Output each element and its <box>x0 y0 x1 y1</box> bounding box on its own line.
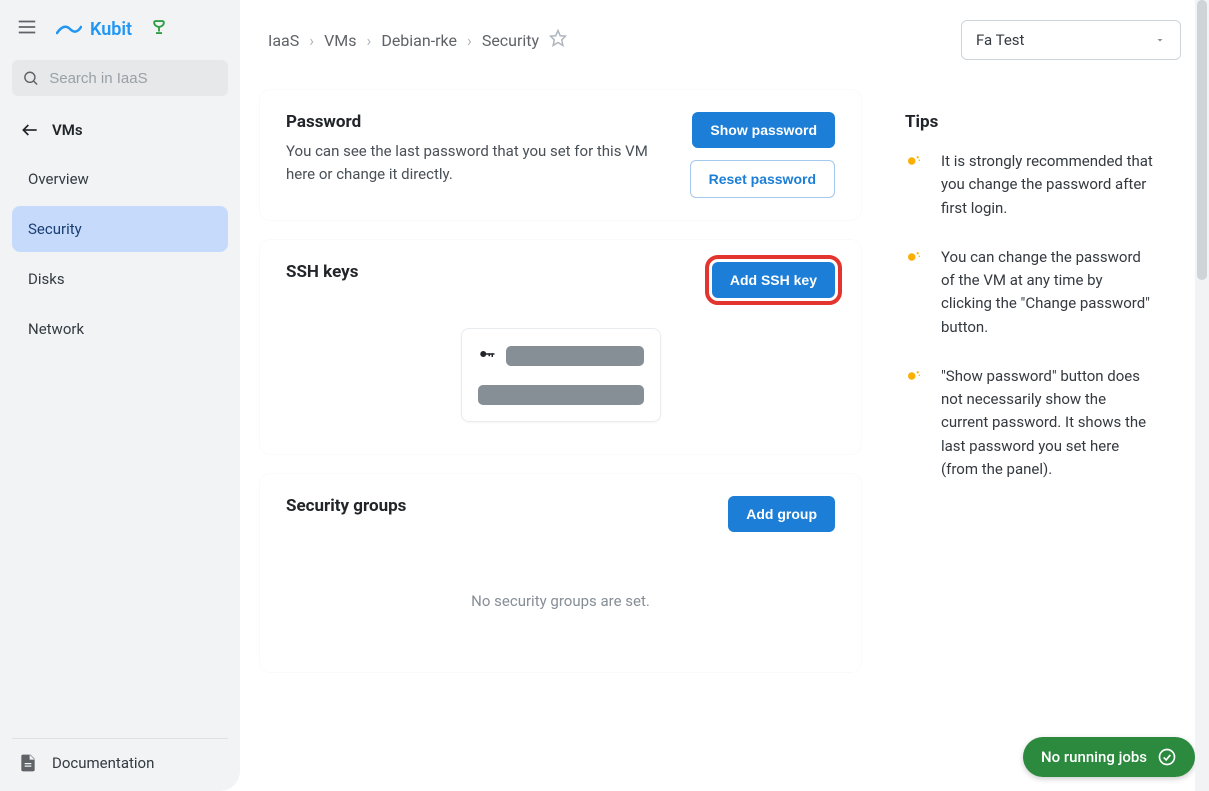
scrollbar-thumb[interactable] <box>1197 0 1207 280</box>
ssh-card: SSH keys Add SSH key <box>260 240 861 454</box>
tip-item: "Show password" button does not necessar… <box>905 365 1157 481</box>
breadcrumb-vm-name[interactable]: Debian-rke <box>381 31 457 50</box>
placeholder-bar <box>478 385 644 405</box>
sidebar-nav: Overview Security Disks Network <box>0 150 240 738</box>
search-input[interactable] <box>49 70 218 87</box>
brand-logo[interactable]: Kubit <box>56 19 132 40</box>
partner-logo-icon <box>150 18 168 40</box>
sidebar-item-security[interactable]: Security <box>12 206 228 252</box>
caret-down-icon <box>1154 34 1166 46</box>
sidebar-back-label: VMs <box>52 121 83 139</box>
org-selector[interactable]: Fa Test <box>961 20 1181 60</box>
password-title: Password <box>286 112 670 132</box>
documentation-label: Documentation <box>52 754 154 772</box>
sidebar-item-overview[interactable]: Overview <box>12 156 228 202</box>
document-icon <box>18 753 38 773</box>
ssh-empty-state <box>286 298 835 432</box>
security-groups-empty: No security groups are set. <box>286 532 835 650</box>
sidebar-item-disks[interactable]: Disks <box>12 256 228 302</box>
reset-password-button[interactable]: Reset password <box>690 160 835 198</box>
ssh-placeholder-card <box>461 328 661 422</box>
menu-icon[interactable] <box>16 16 38 42</box>
tip-item: It is strongly recommended that you chan… <box>905 150 1157 220</box>
placeholder-bar <box>506 346 644 366</box>
security-groups-card: Security groups Add group No security gr… <box>260 474 861 672</box>
org-selected: Fa Test <box>976 31 1024 49</box>
show-password-button[interactable]: Show password <box>692 112 835 148</box>
sidebar: Kubit VMs Overview Security Disks Networ… <box>0 0 240 791</box>
search-icon <box>22 68 39 88</box>
brand-name: Kubit <box>90 19 132 40</box>
key-icon <box>478 345 496 367</box>
check-circle-icon <box>1157 747 1177 767</box>
add-ssh-key-button[interactable]: Add SSH key <box>712 262 835 298</box>
tips-card: Tips It is strongly recommended that you… <box>881 90 1181 503</box>
tip-text: It is strongly recommended that you chan… <box>941 150 1157 220</box>
tips-title: Tips <box>905 112 1157 132</box>
chevron-right-icon: › <box>367 31 372 50</box>
password-desc: You can see the last password that you s… <box>286 140 670 187</box>
jobs-status-pill[interactable]: No running jobs <box>1023 737 1195 777</box>
tip-text: "Show password" button does not necessar… <box>941 365 1157 481</box>
sidebar-item-network[interactable]: Network <box>12 306 228 352</box>
security-groups-title: Security groups <box>286 496 406 516</box>
documentation-link[interactable]: Documentation <box>12 738 228 791</box>
jobs-label: No running jobs <box>1041 748 1147 766</box>
search-input-wrap[interactable] <box>12 60 228 96</box>
lightbulb-icon <box>905 367 925 481</box>
password-card: Password You can see the last password t… <box>260 90 861 220</box>
tip-text: You can change the password of the VM at… <box>941 246 1157 339</box>
lightbulb-icon <box>905 248 925 339</box>
tip-item: You can change the password of the VM at… <box>905 246 1157 339</box>
breadcrumb-current: Security <box>482 31 539 50</box>
ssh-title: SSH keys <box>286 262 358 282</box>
star-icon[interactable] <box>549 29 567 51</box>
sidebar-back[interactable]: VMs <box>0 110 240 150</box>
scrollbar[interactable] <box>1195 0 1209 791</box>
lightbulb-icon <box>905 152 925 220</box>
arrow-left-icon <box>20 120 40 140</box>
breadcrumb-iaas[interactable]: IaaS <box>268 31 299 50</box>
breadcrumb-vms[interactable]: VMs <box>324 31 356 50</box>
add-group-button[interactable]: Add group <box>728 496 835 532</box>
chevron-right-icon: › <box>309 31 314 50</box>
chevron-right-icon: › <box>467 31 472 50</box>
breadcrumb: IaaS › VMs › Debian-rke › Security <box>268 29 567 51</box>
